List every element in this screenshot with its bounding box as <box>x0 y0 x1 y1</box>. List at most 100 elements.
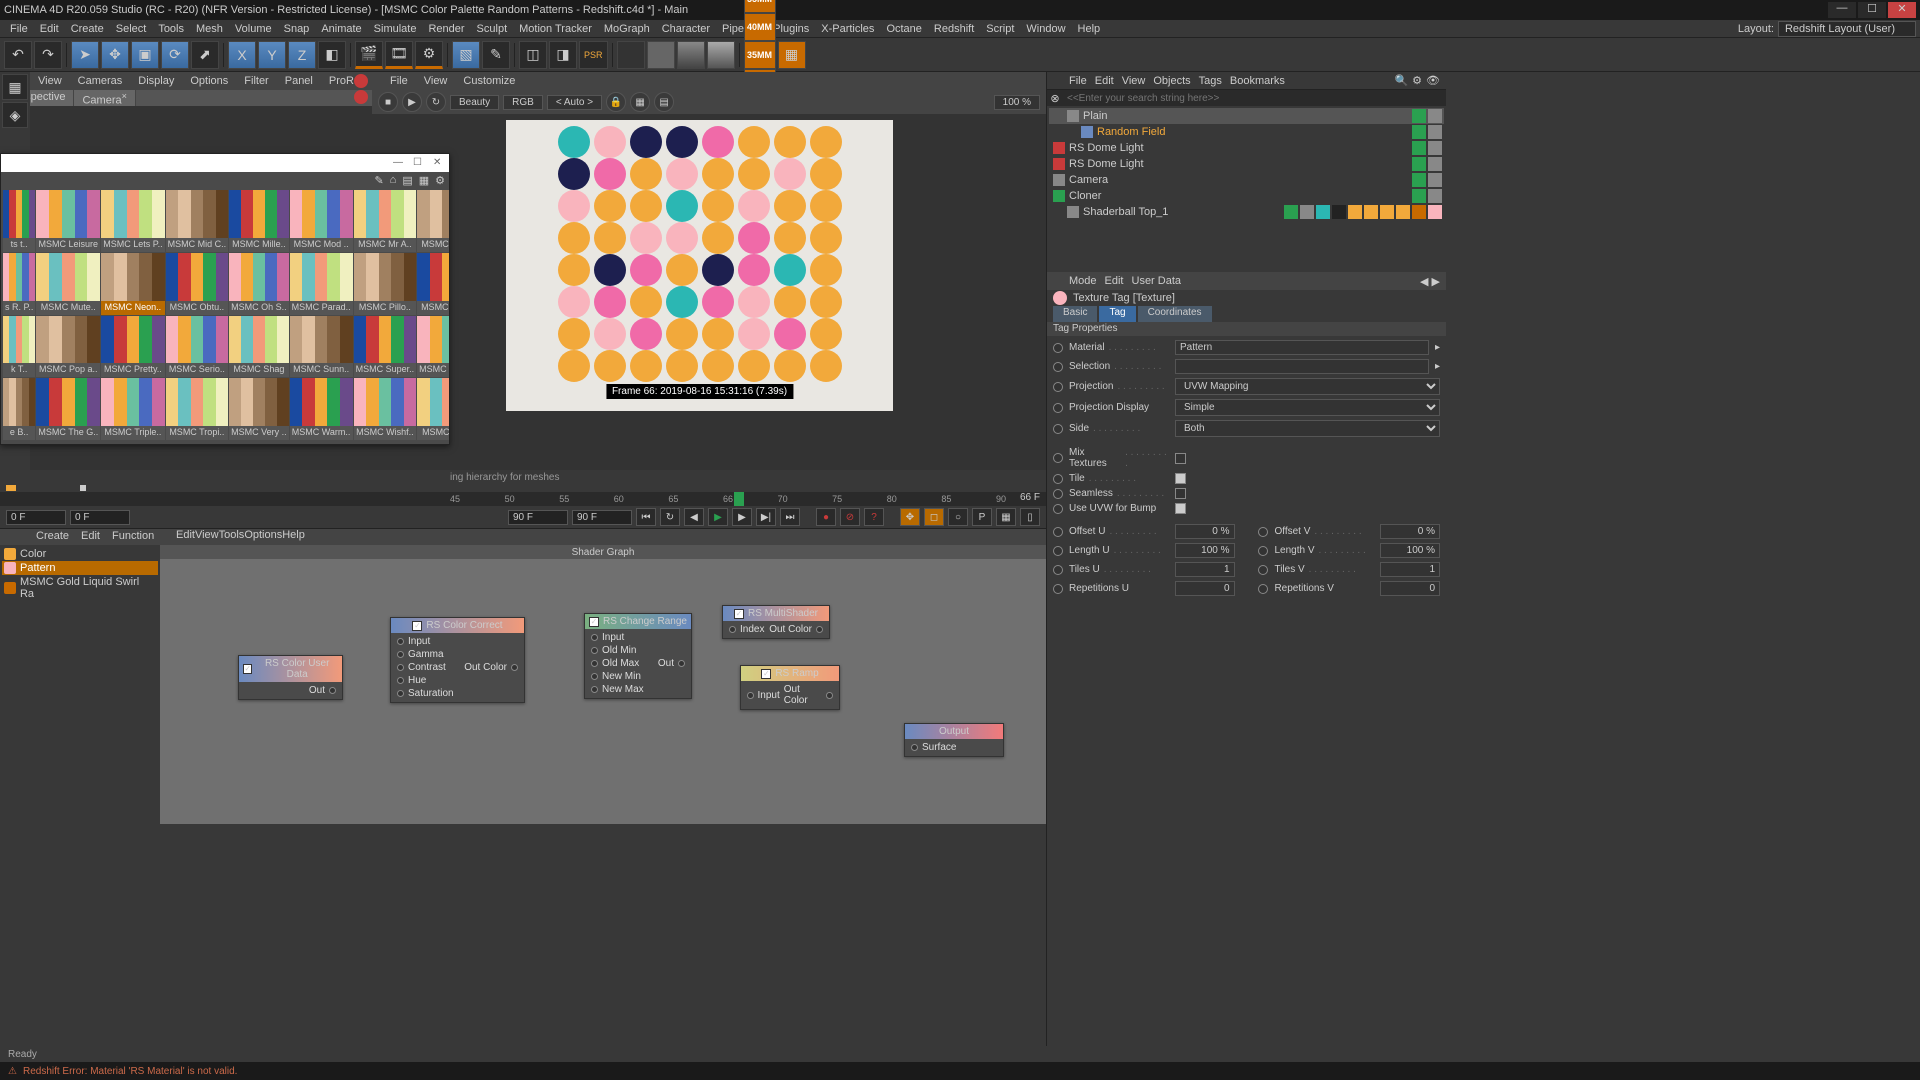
uvw-checkbox[interactable]: ✓ <box>1175 503 1186 514</box>
point-mode[interactable]: ◻ <box>924 508 944 526</box>
om-view[interactable]: View <box>1122 75 1146 87</box>
palette-swatch[interactable]: MSMC The G.. <box>36 378 100 440</box>
undo-button[interactable]: ↶ <box>4 41 32 69</box>
anim-dot[interactable] <box>1053 453 1063 463</box>
sg-menu-edit[interactable]: Edit <box>176 529 195 545</box>
rv-menu-file[interactable]: File <box>382 73 416 89</box>
object-tag[interactable] <box>1428 173 1442 187</box>
timeline-ruler[interactable]: 4550556065667075808590 66 F <box>0 492 1046 506</box>
opt-p[interactable]: P <box>972 508 992 526</box>
side-dropdown[interactable]: Both <box>1175 420 1440 437</box>
playhead[interactable] <box>734 492 744 506</box>
object-tag[interactable] <box>1428 189 1442 203</box>
anim-dot[interactable] <box>1053 474 1063 484</box>
attr-mode[interactable]: Mode <box>1069 275 1097 287</box>
tree-row[interactable]: Cloner <box>1049 188 1444 204</box>
material-field[interactable] <box>1175 340 1429 355</box>
palette-swatch[interactable]: MSMC Pretty.. <box>101 316 164 378</box>
om-edit[interactable]: Edit <box>1095 75 1114 87</box>
vp-menu-view[interactable]: View <box>30 73 70 89</box>
attr-edit[interactable]: Edit <box>1105 275 1124 287</box>
palette-swatch[interactable]: MSMC Pop a.. <box>36 316 100 378</box>
om-search-icon[interactable]: 🔍 <box>1394 74 1408 87</box>
z-axis-lock[interactable]: Z <box>288 41 316 69</box>
end-frame-b[interactable] <box>572 510 632 525</box>
coord-system[interactable]: ◧ <box>318 41 346 69</box>
material-picker-icon[interactable]: ▸ <box>1435 342 1440 353</box>
om-bookmarks[interactable]: Bookmarks <box>1230 75 1285 87</box>
minimize-button[interactable]: — <box>1828 2 1856 18</box>
palette-swatch[interactable]: MSMC Mr D.. <box>417 190 449 252</box>
menu-help[interactable]: Help <box>1072 21 1107 37</box>
pen-tool[interactable]: ✎ <box>482 41 510 69</box>
palette-swatch[interactable]: MSMC Very .. <box>229 378 289 440</box>
palette-close[interactable]: ✕ <box>433 157 445 169</box>
rv-menu-view[interactable]: View <box>416 73 456 89</box>
vp-menu-options[interactable]: Options <box>182 73 236 89</box>
anim-dot[interactable] <box>1053 527 1063 537</box>
start-frame-b[interactable] <box>70 510 130 525</box>
object-tag[interactable] <box>1428 141 1442 155</box>
texture-tag[interactable] <box>1332 205 1346 219</box>
palette-swatch[interactable]: MSMC Mr A.. <box>354 190 417 252</box>
palette-grid-icon[interactable]: ▦ <box>419 174 429 187</box>
menu-file[interactable]: File <box>4 21 34 37</box>
scale-tool[interactable]: ▣ <box>131 41 159 69</box>
anim-dot[interactable] <box>1258 565 1268 575</box>
sel-mode[interactable]: ✥ <box>900 508 920 526</box>
anim-dot[interactable] <box>1053 382 1063 392</box>
anim-dot[interactable] <box>1053 504 1063 514</box>
mat-menu-edit[interactable]: Edit <box>75 529 106 545</box>
om-filter-icon[interactable]: ⚙ <box>1412 74 1422 87</box>
object-tag[interactable] <box>1428 157 1442 171</box>
render-pv[interactable]: 🎞 <box>385 41 413 69</box>
menu-edit[interactable]: Edit <box>34 21 65 37</box>
menu-window[interactable]: Window <box>1020 21 1071 37</box>
projection-dropdown[interactable]: UVW Mapping <box>1175 378 1440 395</box>
anim-dot[interactable] <box>1053 343 1063 353</box>
texture-tag[interactable] <box>1412 205 1426 219</box>
anim-dot[interactable] <box>1258 527 1268 537</box>
redo-button[interactable]: ↷ <box>34 41 62 69</box>
object-tag[interactable] <box>1284 205 1298 219</box>
goto-end[interactable]: ⏭ <box>780 508 800 526</box>
menu-render[interactable]: Render <box>422 21 470 37</box>
menu-octane[interactable]: Octane <box>880 21 927 37</box>
object-tag[interactable] <box>1412 125 1426 139</box>
material-item[interactable]: MSMC Gold Liquid Swirl Ra <box>2 575 158 601</box>
om-tags-menu[interactable]: Tags <box>1199 75 1222 87</box>
material-item[interactable]: Color <box>2 547 158 561</box>
key-button[interactable]: ? <box>864 508 884 526</box>
anim-dot[interactable] <box>1258 546 1268 556</box>
menu-volume[interactable]: Volume <box>229 21 278 37</box>
palette-swatch[interactable]: MSMC Obtu.. <box>166 253 229 315</box>
palette-swatch[interactable]: MSMC Serio.. <box>166 316 229 378</box>
node-output[interactable]: Output Surface <box>904 723 1004 757</box>
end-frame-a[interactable] <box>508 510 568 525</box>
object-tag[interactable] <box>1412 157 1426 171</box>
palette-swatch[interactable]: MSMC Mute.. <box>36 253 100 315</box>
tab-tag[interactable]: Tag <box>1099 306 1135 322</box>
node-ramp[interactable]: ✓RS Ramp InputOut Color <box>740 665 840 710</box>
gradient-2[interactable] <box>647 41 675 69</box>
node-multishader[interactable]: ✓RS MultiShader IndexOut Color <box>722 605 830 639</box>
play-render[interactable]: ▶ <box>402 92 422 112</box>
node-change-range[interactable]: ✓RS Change Range Input Old Min Old MaxOu… <box>584 613 692 699</box>
texture-tag[interactable] <box>1396 205 1410 219</box>
tree-row[interactable]: RS Dome Light <box>1049 156 1444 172</box>
palette-swatch[interactable]: s R. P.. <box>3 253 35 315</box>
x-axis-lock[interactable]: X <box>228 41 256 69</box>
psr-button[interactable]: PSR <box>579 41 608 69</box>
texture-tag[interactable] <box>1364 205 1378 219</box>
selection-picker-icon[interactable]: ▸ <box>1435 361 1440 372</box>
object-tag[interactable] <box>1412 189 1426 203</box>
texture-tag[interactable] <box>1348 205 1362 219</box>
camera-tab[interactable]: Camera× <box>74 90 135 106</box>
menu-redshift[interactable]: Redshift <box>928 21 980 37</box>
grid2-icon[interactable]: ▤ <box>654 92 674 112</box>
zoom-field[interactable]: 100 % <box>994 95 1040 110</box>
menu-tools[interactable]: Tools <box>152 21 190 37</box>
recent-tool[interactable]: ⬈ <box>191 41 219 69</box>
live-select-tool[interactable]: ➤ <box>71 41 99 69</box>
anim-dot[interactable] <box>1053 565 1063 575</box>
